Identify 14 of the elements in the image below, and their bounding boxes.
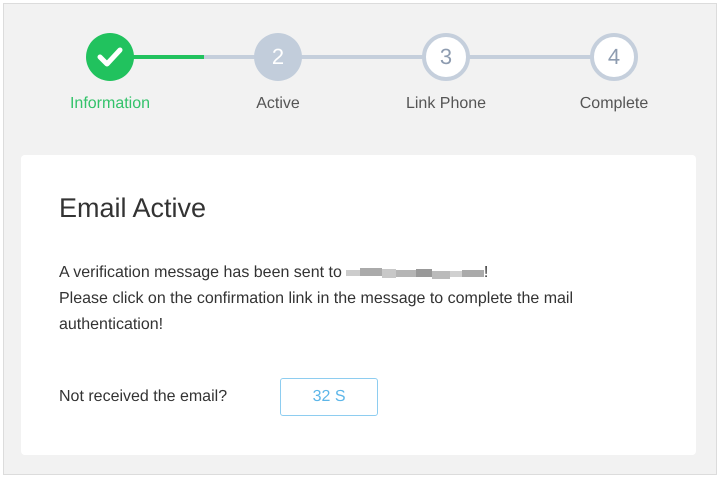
instruction-text: Please click on the confirmation link in the message to complete the mail authentication! [59,289,574,335]
step-label: Link Phone [406,95,486,113]
card-title: Email Active [59,193,208,224]
message-punctuation: ! [484,263,488,283]
message-text: A verification message has been sent to [59,263,342,283]
step-number: 3 [422,33,470,81]
step-label: Complete [580,95,648,113]
check-icon [86,33,134,81]
step-label: Information [70,95,150,113]
step-number: 4 [590,33,638,81]
step-label: Active [256,95,300,113]
resend-button[interactable]: 32 S [280,378,378,416]
resend-prompt: Not received the email? [59,388,228,406]
step-number: 2 [254,33,302,81]
